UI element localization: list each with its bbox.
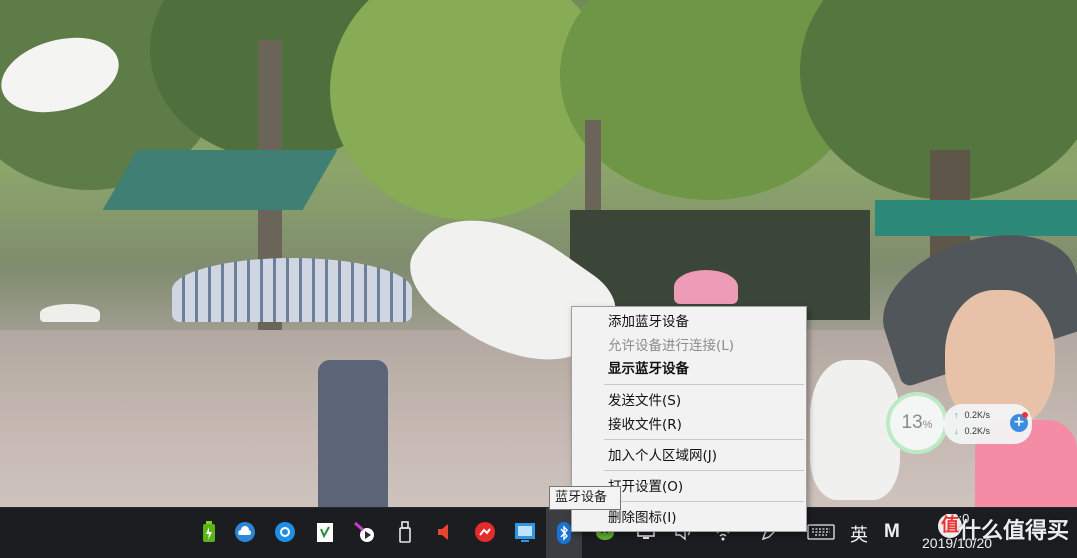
battery-icon[interactable] bbox=[197, 520, 221, 544]
menu-item-add-device[interactable]: 添加蓝牙设备 bbox=[572, 311, 806, 333]
ime-language-label[interactable]: 英 bbox=[850, 521, 868, 547]
bluetooth-icon bbox=[557, 522, 571, 544]
wallpaper-umbrella bbox=[40, 304, 100, 322]
wallpaper-roof bbox=[102, 150, 338, 210]
screen-share-icon[interactable] bbox=[513, 520, 537, 544]
cpu-percent-unit: % bbox=[922, 419, 933, 431]
cloud-icon[interactable] bbox=[233, 520, 257, 544]
wallpaper-umbrella bbox=[674, 270, 738, 304]
network-speed-widget[interactable]: 13% ↑ 0.2K/s ↓ 0.2K/s + bbox=[886, 392, 1038, 456]
wallpaper-person bbox=[318, 360, 388, 510]
menu-item-show-devices[interactable]: 显示蓝牙设备 bbox=[572, 358, 806, 380]
cpu-percent-value: 13 bbox=[901, 412, 923, 433]
wallpaper-umbrella bbox=[172, 258, 412, 322]
menu-separator bbox=[604, 501, 804, 502]
download-arrow-icon: ↓ bbox=[954, 426, 959, 436]
menu-item-remove-icon[interactable]: 删除图标(I) bbox=[572, 507, 806, 529]
bluetooth-tooltip: 蓝牙设备 bbox=[549, 486, 621, 510]
ime-mode-label[interactable]: M bbox=[884, 521, 900, 543]
desktop-wallpaper bbox=[0, 0, 1077, 557]
menu-item-join-pan[interactable]: 加入个人区域网(J) bbox=[572, 445, 806, 467]
menu-item-receive-file[interactable]: 接收文件(R) bbox=[572, 414, 806, 436]
upload-speed: 0.2K/s bbox=[964, 410, 991, 420]
upload-arrow-icon: ↑ bbox=[954, 410, 959, 420]
keyboard-icon[interactable] bbox=[806, 520, 836, 544]
taskbar: 英 M 22:0 2019/10/20 bbox=[0, 507, 1077, 558]
usb-drive-icon[interactable] bbox=[393, 520, 417, 544]
speaker-red-icon[interactable] bbox=[433, 520, 457, 544]
menu-item-allow-connection: 允许设备进行连接(L) bbox=[608, 338, 735, 354]
watermark-text: 什么值得买 bbox=[958, 519, 1069, 544]
notification-dot bbox=[1022, 412, 1028, 418]
wallpaper-roof bbox=[875, 200, 1077, 236]
menu-item-send-file[interactable]: 发送文件(S) bbox=[572, 390, 806, 412]
menu-separator bbox=[604, 439, 804, 440]
clipboard-icon[interactable] bbox=[313, 520, 337, 544]
menu-separator bbox=[604, 384, 804, 385]
download-speed: 0.2K/s bbox=[964, 426, 991, 436]
download-row: ↓ 0.2K/s bbox=[954, 426, 990, 436]
upload-row: ↑ 0.2K/s bbox=[954, 410, 990, 420]
menu-separator bbox=[604, 470, 804, 471]
browser-icon[interactable] bbox=[273, 520, 297, 544]
cpu-usage-label: 13% bbox=[886, 412, 948, 434]
media-player-icon[interactable] bbox=[352, 520, 376, 544]
app-red-icon[interactable] bbox=[473, 520, 497, 544]
